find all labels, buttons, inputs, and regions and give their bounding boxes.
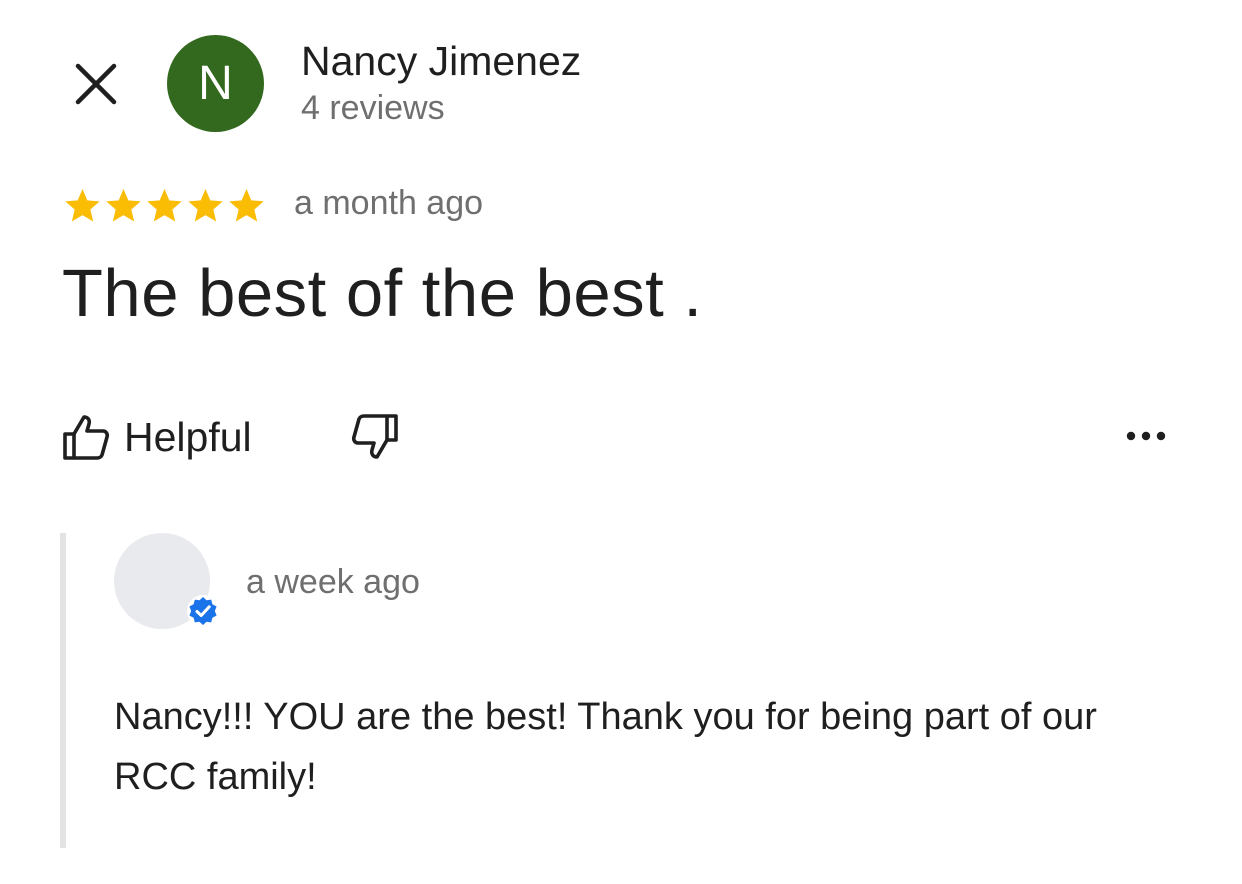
review-detail-page: N Nancy Jimenez 4 reviews a month ago Th… xyxy=(0,0,1242,884)
owner-response: a week ago Nancy!!! YOU are the best! Th… xyxy=(60,533,1190,848)
author-review-count[interactable]: 4 reviews xyxy=(301,89,445,128)
more-horizontal-icon xyxy=(1126,431,1166,441)
star-icon xyxy=(188,189,223,222)
helpful-button[interactable]: Helpful xyxy=(60,405,252,469)
helpful-label: Helpful xyxy=(124,413,252,460)
thumbs-down-icon xyxy=(351,414,398,459)
star-icon xyxy=(147,189,182,222)
review-text: The best of the best . xyxy=(62,256,703,331)
author-name[interactable]: Nancy Jimenez xyxy=(301,38,581,85)
author-avatar[interactable]: N xyxy=(167,35,264,132)
more-options-button[interactable] xyxy=(1120,416,1172,456)
star-icon xyxy=(65,189,100,222)
review-date: a month ago xyxy=(294,184,484,222)
thumbs-up-icon xyxy=(63,415,110,460)
verified-badge-icon xyxy=(187,595,219,627)
star-icon xyxy=(229,189,264,222)
not-helpful-button[interactable] xyxy=(346,407,406,467)
close-icon xyxy=(75,63,117,105)
star-rating xyxy=(62,186,267,226)
close-button[interactable] xyxy=(66,56,126,112)
response-divider xyxy=(60,533,66,848)
response-date: a week ago xyxy=(246,563,420,601)
author-avatar-letter: N xyxy=(198,57,233,110)
response-text: Nancy!!! YOU are the best! Thank you for… xyxy=(114,696,1097,798)
star-icon xyxy=(106,189,141,222)
